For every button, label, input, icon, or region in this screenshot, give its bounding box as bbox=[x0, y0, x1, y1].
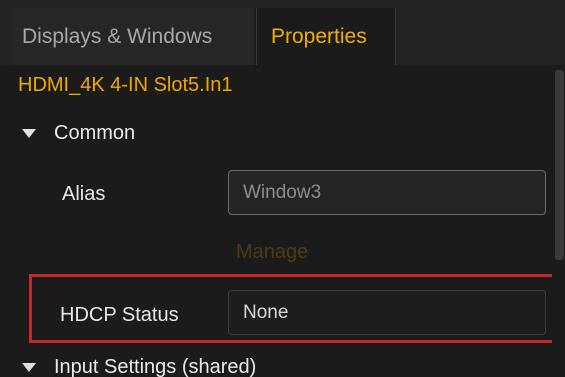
tab-properties-label: Properties bbox=[271, 24, 367, 48]
tab-displays-windows[interactable]: Displays & Windows bbox=[12, 8, 254, 65]
object-title: HDMI_4K 4-IN Slot5.In1 bbox=[18, 74, 233, 96]
manage-button[interactable]: Manage bbox=[236, 241, 308, 264]
section-common-header[interactable]: Common bbox=[22, 122, 135, 145]
section-input-settings-label: Input Settings (shared) bbox=[54, 356, 257, 377]
section-common-label: Common bbox=[54, 122, 136, 144]
hdcp-status-label: HDCP Status bbox=[60, 304, 179, 326]
scrollbar-thumb[interactable] bbox=[555, 70, 564, 260]
caret-down-icon bbox=[22, 363, 36, 372]
tab-displays-windows-label: Displays & Windows bbox=[22, 24, 213, 48]
hdcp-status-field: None bbox=[228, 290, 546, 335]
properties-panel: Displays & Windows Properties HDMI_4K 4-… bbox=[0, 0, 565, 377]
alias-value: Window3 bbox=[243, 181, 322, 203]
tab-properties[interactable]: Properties bbox=[256, 8, 396, 65]
alias-label: Alias bbox=[62, 183, 106, 205]
caret-down-icon bbox=[22, 129, 36, 138]
tab-bar: Displays & Windows Properties bbox=[0, 0, 565, 65]
alias-field[interactable]: Window3 bbox=[228, 170, 546, 215]
hdcp-status-value: None bbox=[243, 301, 289, 323]
section-input-settings-header[interactable]: Input Settings (shared) bbox=[22, 356, 256, 377]
